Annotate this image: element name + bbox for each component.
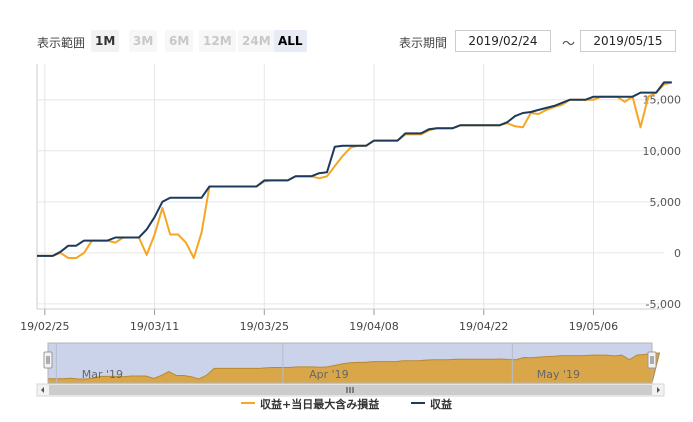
series-line-profit[interactable] [37, 81, 672, 257]
navigator-month-label: Mar '19 [82, 368, 123, 381]
navigator-left-handle[interactable] [43, 351, 53, 369]
x-tick-label: 19/05/06 [569, 320, 618, 333]
legend-item-profit-with-loss[interactable]: 収益+当日最大含み損益 [241, 397, 379, 413]
legend-label-profit-with-loss: 収益+当日最大含み損益 [260, 398, 380, 411]
y-tick-label: 0 [674, 247, 681, 260]
x-tick-label: 19/04/08 [349, 320, 398, 333]
series-line-profit-with-loss[interactable] [37, 81, 673, 259]
y-tick-label: 5,000 [650, 196, 682, 209]
x-tick-label: 19/02/25 [20, 320, 69, 333]
navigator-month-label: May '19 [537, 368, 580, 381]
navigator-right-handle[interactable] [647, 351, 657, 369]
legend-label-profit: 収益 [430, 398, 452, 411]
x-tick-label: 19/03/25 [240, 320, 289, 333]
navigator-month-label: Apr '19 [309, 368, 349, 381]
legend-swatch-profit [411, 402, 425, 404]
x-tick-layer: 19/02/25 19/03/11 19/03/25 19/04/08 19/04/22… [20, 308, 664, 333]
y-tick-label: 10,000 [643, 145, 682, 158]
x-tick-label: 19/04/22 [459, 320, 508, 333]
x-tick-label: 19/03/11 [130, 320, 179, 333]
legend-item-profit[interactable]: 収益 [411, 397, 452, 413]
profit-chart: -5,00005,00010,00015,000 19/02/25 19/03/1… [20, 64, 682, 397]
legend: 収益+当日最大含み損益 収益 [0, 397, 693, 413]
legend-swatch-profit-with-loss [241, 402, 255, 404]
series-layer [37, 81, 673, 259]
navigator[interactable]: Mar '19 Apr '19 May '19 [36, 342, 665, 397]
